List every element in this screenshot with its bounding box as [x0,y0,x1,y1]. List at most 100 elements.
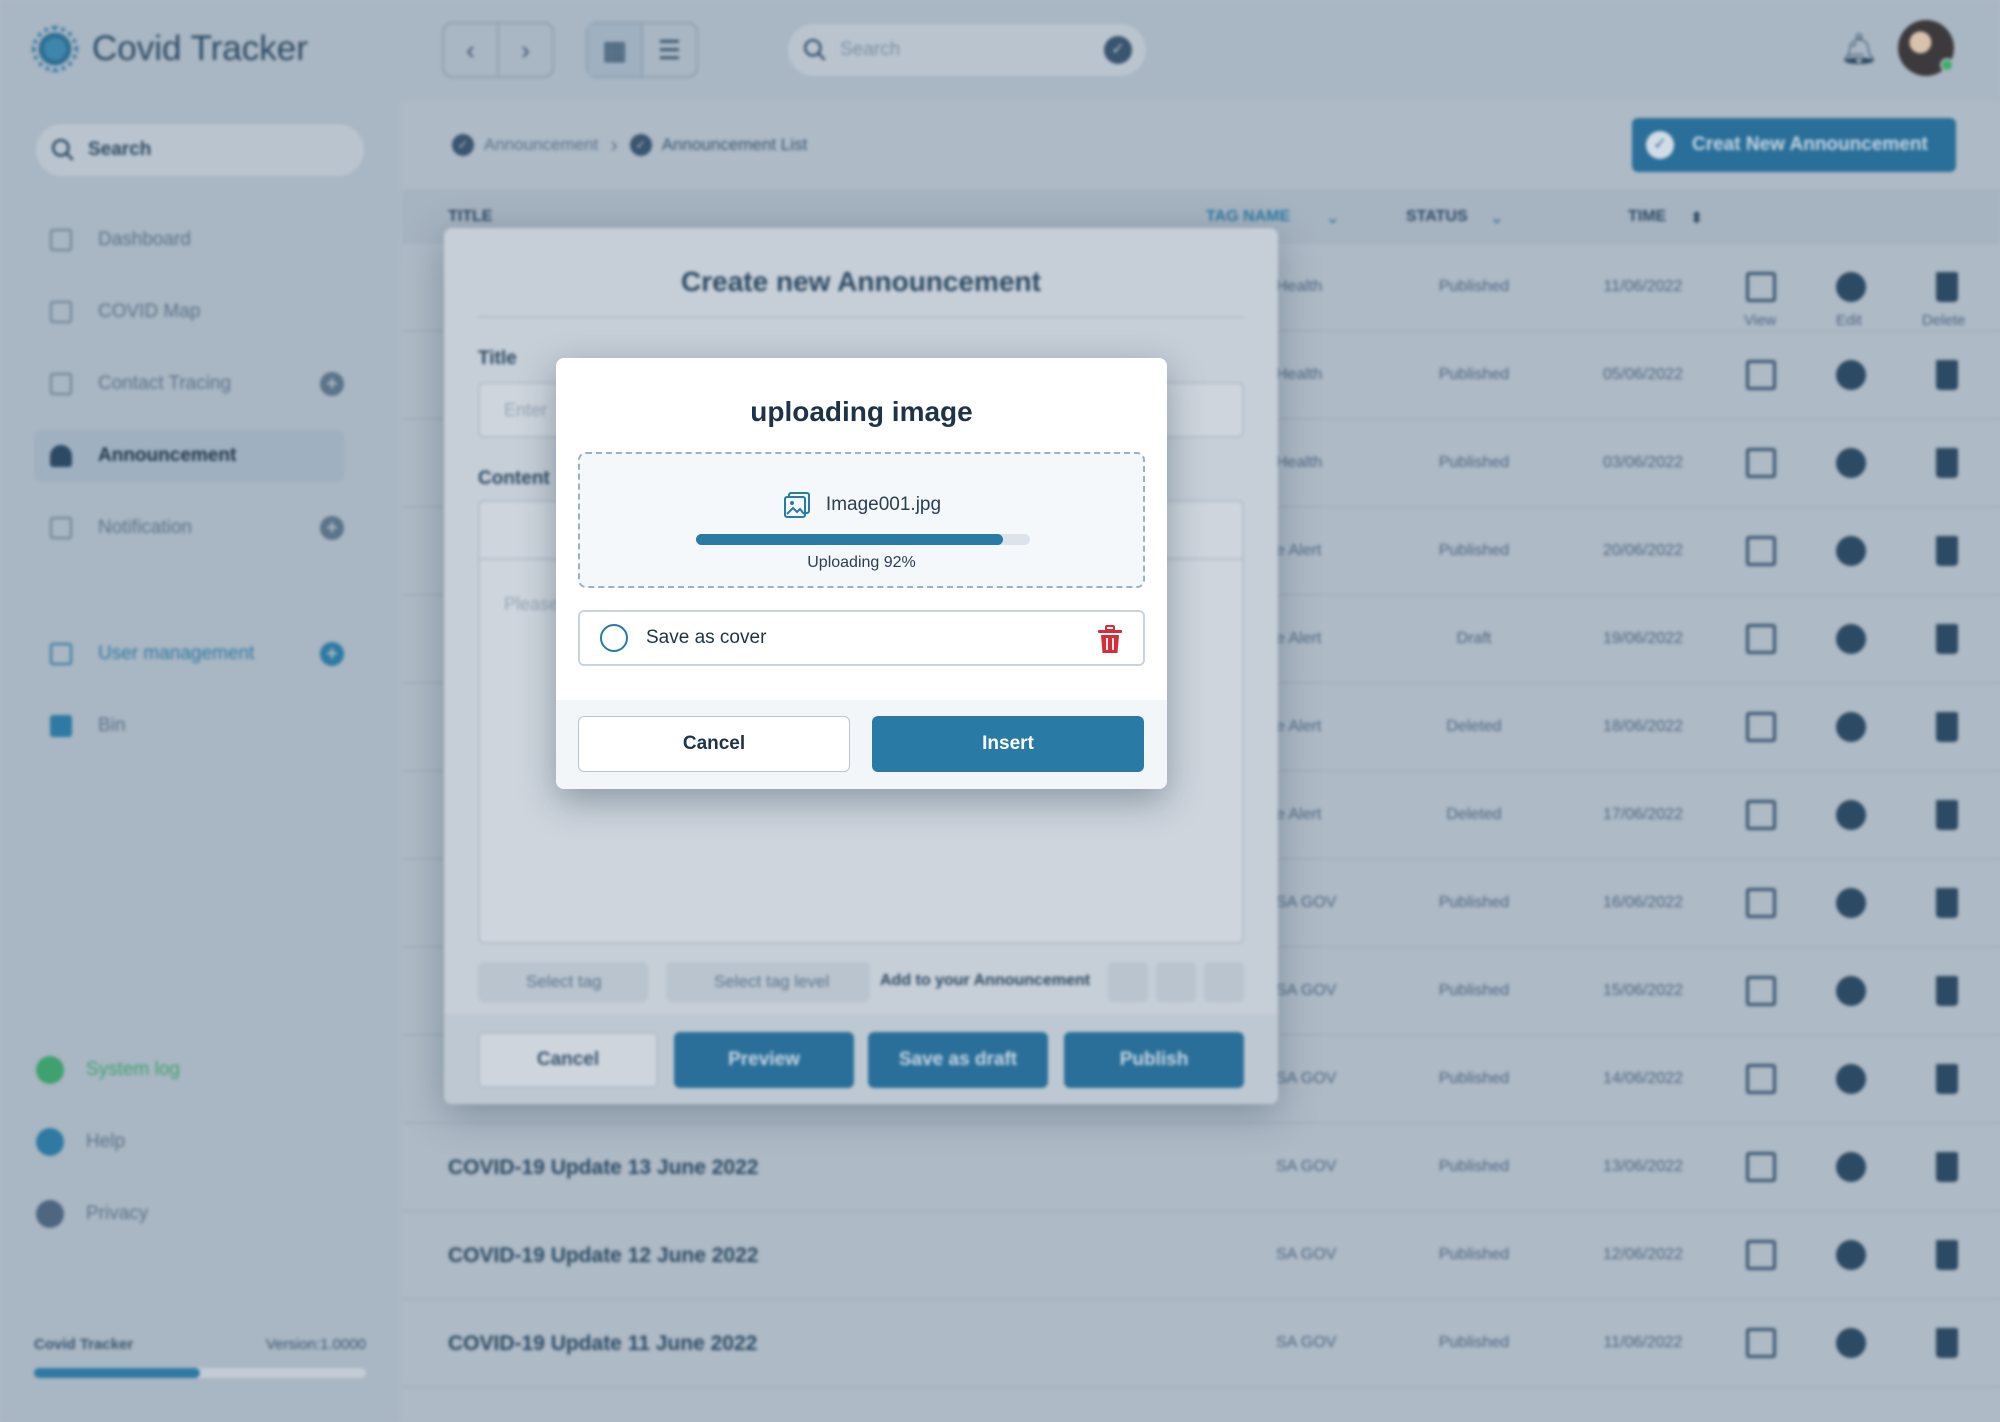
edit-icon[interactable] [1836,360,1866,390]
edit-icon[interactable] [1836,536,1866,566]
edit-icon[interactable] [1836,272,1866,302]
privacy-link[interactable]: Privacy [36,1200,148,1228]
sidebar-item-dashboard[interactable]: Dashboard [34,214,344,266]
save-as-cover-radio[interactable] [600,624,628,652]
brand[interactable]: Covid Tracker [32,26,308,72]
edit-icon[interactable] [1836,448,1866,478]
dashboard-icon [50,229,72,251]
edit-icon[interactable] [1836,1328,1866,1358]
row-status: Deleted [1446,806,1502,823]
view-icon[interactable] [1746,1240,1776,1270]
view-icon[interactable] [1746,272,1776,302]
sidebar-search[interactable]: Search [36,124,364,176]
column-status[interactable]: STATUS [1406,208,1468,226]
edit-icon[interactable] [1836,1064,1866,1094]
plus-icon[interactable]: + [320,642,344,666]
select-tag-level-dropdown[interactable]: Select tag level [666,962,870,1002]
sidebar-item-notification[interactable]: Notification + [34,502,344,554]
delete-icon[interactable] [1936,1064,1958,1094]
edit-icon[interactable] [1836,976,1866,1006]
forward-button[interactable]: › [499,24,552,76]
chevron-down-icon[interactable]: ⌄ [1490,208,1503,228]
delete-icon[interactable] [1936,360,1958,390]
delete-icon[interactable] [1936,536,1958,566]
edit-icon[interactable] [1836,624,1866,654]
back-button[interactable]: ‹ [444,24,499,76]
chevron-down-icon[interactable]: ⌄ [1326,208,1339,228]
trash-icon[interactable] [1097,625,1123,655]
sidebar-item-bin[interactable]: Bin [34,700,344,752]
notifications-bell-icon[interactable]: 🔔︎ [1840,32,1878,67]
delete-icon[interactable] [1936,888,1958,918]
breadcrumb-parent[interactable]: Announcement [484,135,598,155]
title-placeholder: Enter [504,400,548,420]
row-status: Published [1438,454,1510,471]
plus-icon[interactable]: + [320,372,344,396]
edit-icon[interactable] [1836,1152,1866,1182]
view-icon[interactable] [1746,448,1776,478]
divider [478,316,1244,318]
publish-button[interactable]: Publish [1064,1032,1244,1088]
link-icon[interactable] [1156,962,1196,1002]
sidebar-item-covid-map[interactable]: COVID Map [34,286,344,338]
sidebar-item-contact-tracing[interactable]: Contact Tracing + [34,358,344,410]
plus-icon[interactable]: + [320,516,344,540]
save-draft-button[interactable]: Save as draft [868,1032,1048,1088]
upload-dropzone[interactable]: Image001.jpg Uploading 92% [578,452,1145,588]
sidebar-item-user-management[interactable]: User management + [34,628,344,680]
view-icon[interactable] [1746,800,1776,830]
cancel-button[interactable]: Cancel [578,716,850,772]
help-link[interactable]: Help [36,1128,125,1156]
row-tag: SA GOV [1276,1158,1337,1175]
insert-button[interactable]: Insert [872,716,1144,772]
list-view-button[interactable]: ☰ [643,24,696,76]
view-icon[interactable] [1746,1152,1776,1182]
upload-image-modal: uploading image Image001.jpg Uploading 9… [556,358,1167,789]
delete-icon[interactable] [1936,1152,1958,1182]
delete-icon[interactable] [1936,272,1958,302]
view-icon[interactable] [1746,712,1776,742]
create-announcement-button[interactable]: ✓ Creat New Announcement [1632,118,1956,172]
delete-icon[interactable] [1936,1240,1958,1270]
footer-brand: Covid Tracker [34,1336,134,1353]
delete-icon[interactable] [1936,976,1958,1006]
edit-icon[interactable] [1836,800,1866,830]
view-icon[interactable] [1746,624,1776,654]
cancel-label: Cancel [536,1049,600,1070]
system-log-link[interactable]: System log [36,1056,180,1084]
edit-icon[interactable] [1836,712,1866,742]
select-tag-label: Select tag [526,972,602,991]
view-icon[interactable] [1746,1064,1776,1094]
view-icon[interactable] [1746,1328,1776,1358]
person-icon[interactable] [1108,962,1148,1002]
avatar[interactable] [1898,20,1954,76]
edit-icon[interactable] [1836,1240,1866,1270]
delete-icon[interactable] [1936,800,1958,830]
table-row[interactable]: COVID-19 Update 13 June 2022 SA GOV Publis… [402,1124,2000,1212]
column-tag[interactable]: TAG NAME [1206,208,1290,226]
check-icon: ✓ [629,134,652,156]
column-title: TITLE [448,208,493,225]
delete-icon[interactable] [1936,448,1958,478]
cancel-button[interactable]: Cancel [478,1032,658,1088]
preview-button[interactable]: Preview [674,1032,854,1088]
create-modal-title: Create new Announcement [681,266,1041,297]
delete-icon[interactable] [1936,712,1958,742]
top-search[interactable]: Search ✓ [788,24,1146,76]
table-row[interactable]: COVID-19 Update 11 June 2022 SA GOV Publis… [402,1300,2000,1388]
check-icon[interactable]: ✓ [1104,36,1132,64]
delete-icon[interactable] [1936,624,1958,654]
select-tag-dropdown[interactable]: Select tag [478,962,648,1002]
image-icon[interactable] [1204,962,1244,1002]
grid-view-button[interactable]: ▦ [588,24,643,76]
view-icon[interactable] [1746,536,1776,566]
column-time[interactable]: TIME [1628,208,1666,226]
sidebar-item-announcement[interactable]: Announcement [34,430,344,482]
delete-icon[interactable] [1936,1328,1958,1358]
view-icon[interactable] [1746,888,1776,918]
sort-icon[interactable]: ⬍ [1690,208,1703,228]
view-icon[interactable] [1746,976,1776,1006]
view-icon[interactable] [1746,360,1776,390]
edit-icon[interactable] [1836,888,1866,918]
table-row[interactable]: COVID-19 Update 12 June 2022 SA GOV Publis… [402,1212,2000,1300]
